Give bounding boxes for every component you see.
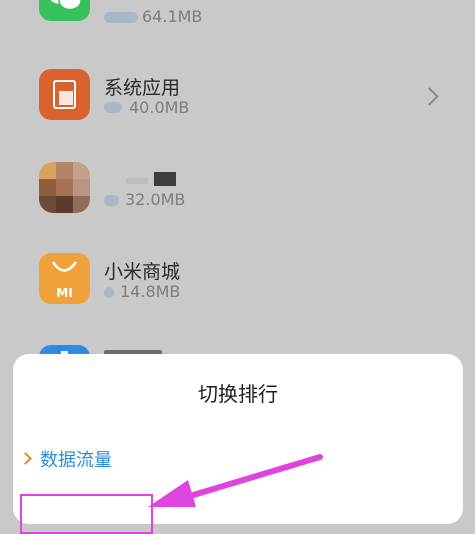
annotation-arrow bbox=[148, 454, 323, 507]
